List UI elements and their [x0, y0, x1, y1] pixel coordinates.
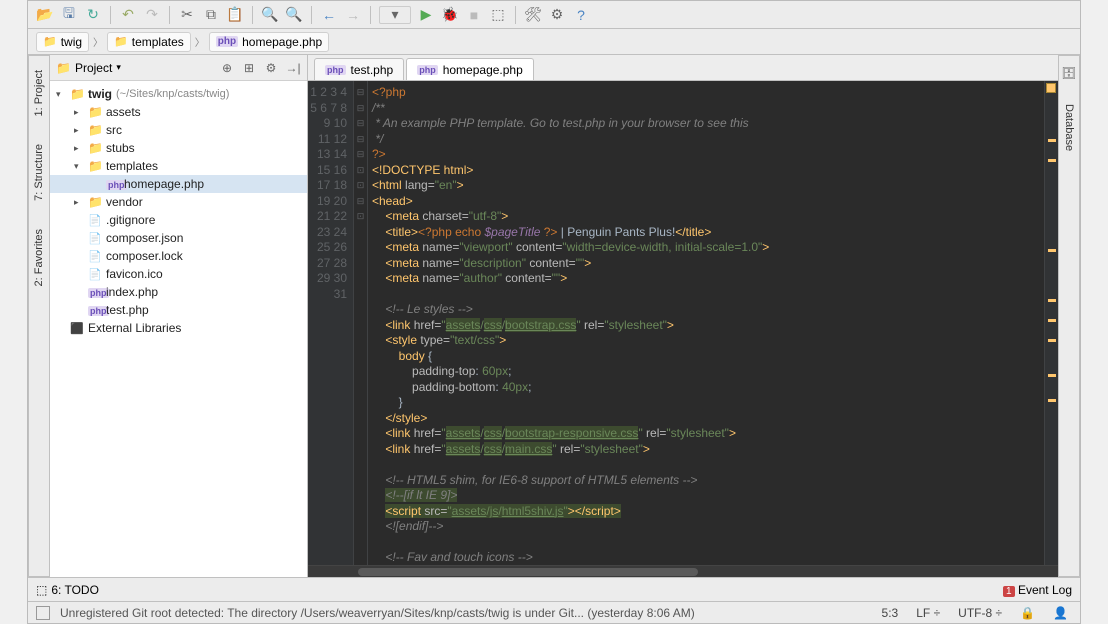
- event-log-button[interactable]: 1 Event Log: [1003, 583, 1072, 597]
- todo-tool-button[interactable]: ⬚ 6: TODO: [36, 583, 99, 597]
- project-tool-window: 📁Project ▾ ⊕ ⊞ ⚙ →| ▾📁twig (~/Sites/knp/…: [50, 55, 308, 577]
- undo-icon[interactable]: ↶: [119, 6, 137, 24]
- tree-node[interactable]: ⬛External Libraries: [50, 319, 307, 337]
- tree-node[interactable]: ▾📁twig (~/Sites/knp/casts/twig): [50, 85, 307, 103]
- code-area[interactable]: <?php /** * An example PHP template. Go …: [368, 81, 1044, 565]
- run-config-dropdown[interactable]: ▾: [379, 6, 411, 24]
- main-toolbar: 📂 🖫 ↻ ↶ ↷ ✂ ⧉ 📋 🔍 🔍 ← → ▾ ▶ 🐞 ■ ⬚ 🛠 ⚙ ?: [28, 1, 1080, 29]
- hide-icon[interactable]: →|: [285, 60, 301, 76]
- project-title[interactable]: 📁Project ▾: [56, 61, 121, 75]
- help-icon[interactable]: ?: [572, 6, 590, 24]
- editor-tab[interactable]: phphomepage.php: [406, 58, 534, 80]
- scroll-to-icon[interactable]: ⊕: [219, 60, 235, 76]
- copy-icon[interactable]: ⧉: [202, 6, 220, 24]
- tree-node[interactable]: 📄favicon.ico: [50, 265, 307, 283]
- replace-icon[interactable]: 🔍: [285, 6, 303, 24]
- save-icon[interactable]: 🖫: [60, 6, 78, 24]
- breadcrumb-item[interactable]: 📁templates: [107, 32, 191, 52]
- line-gutter[interactable]: 1 2 3 4 5 6 7 8 9 10 11 12 13 14 15 16 1…: [308, 81, 354, 565]
- tree-node[interactable]: phptest.php: [50, 301, 307, 319]
- tool-window-tab[interactable]: Database: [1061, 100, 1077, 155]
- tool-window-tab[interactable]: 7: Structure: [31, 140, 47, 205]
- tree-node[interactable]: ▸📁assets: [50, 103, 307, 121]
- tree-node[interactable]: 📄composer.json: [50, 229, 307, 247]
- redo-icon[interactable]: ↷: [143, 6, 161, 24]
- breadcrumb-bar: 📁twig〉📁templates〉phphomepage.php: [28, 29, 1080, 55]
- stop-icon[interactable]: ■: [465, 6, 483, 24]
- tree-node[interactable]: phpindex.php: [50, 283, 307, 301]
- h-scrollbar[interactable]: [308, 565, 1058, 577]
- tool-window-tab[interactable]: 1: Project: [31, 66, 47, 120]
- lock-icon[interactable]: 🔒: [1016, 606, 1039, 620]
- breadcrumb-item[interactable]: 📁twig: [36, 32, 89, 52]
- right-tool-stripe: 🗄 Database: [1058, 55, 1080, 577]
- forward-icon[interactable]: →: [344, 6, 362, 24]
- debug-icon[interactable]: 🐞: [441, 6, 459, 24]
- tree-node[interactable]: ▾📁templates: [50, 157, 307, 175]
- fold-gutter[interactable]: ⊟ ⊟ ⊟ ⊟ ⊟ ⊡ ⊡ ⊟ ⊡: [354, 81, 368, 565]
- editor-tab[interactable]: phptest.php: [314, 58, 404, 80]
- project-tree[interactable]: ▾📁twig (~/Sites/knp/casts/twig)▸📁assets▸…: [50, 81, 307, 577]
- tree-node[interactable]: phphomepage.php: [50, 175, 307, 193]
- bottom-tool-bar: ⬚ 6: TODO 1 Event Log: [28, 577, 1080, 601]
- tool-window-tab[interactable]: 2: Favorites: [31, 225, 47, 290]
- editor-tabs: phptest.phpphphomepage.php: [308, 55, 1058, 81]
- hector-icon[interactable]: 👤: [1049, 606, 1072, 620]
- tree-node[interactable]: 📄.gitignore: [50, 211, 307, 229]
- search-icon[interactable]: 🔍: [261, 6, 279, 24]
- project-header: 📁Project ▾ ⊕ ⊞ ⚙ →|: [50, 55, 307, 81]
- coverage-icon[interactable]: ⬚: [489, 6, 507, 24]
- status-square-icon[interactable]: [36, 606, 50, 620]
- encoding[interactable]: UTF-8 ÷: [954, 606, 1006, 620]
- run-icon[interactable]: ▶: [417, 6, 435, 24]
- left-tool-stripe: 1: Project 7: Structure 2: Favorites: [28, 55, 50, 577]
- main-window: 📂 🖫 ↻ ↶ ↷ ✂ ⧉ 📋 🔍 🔍 ← → ▾ ▶ 🐞 ■ ⬚ 🛠 ⚙ ? …: [27, 0, 1081, 624]
- sync-icon[interactable]: ↻: [84, 6, 102, 24]
- paste-icon[interactable]: 📋: [226, 6, 244, 24]
- back-icon[interactable]: ←: [320, 6, 338, 24]
- tree-node[interactable]: ▸📁stubs: [50, 139, 307, 157]
- gear-icon[interactable]: ⚙: [263, 60, 279, 76]
- editor: phptest.phpphphomepage.php 1 2 3 4 5 6 7…: [308, 55, 1058, 577]
- open-icon[interactable]: 📂: [36, 6, 54, 24]
- error-stripe[interactable]: [1044, 81, 1058, 565]
- status-message: Unregistered Git root detected: The dire…: [60, 606, 868, 620]
- tree-node[interactable]: ▸📁src: [50, 121, 307, 139]
- tree-node[interactable]: 📄composer.lock: [50, 247, 307, 265]
- tree-node[interactable]: ▸📁vendor: [50, 193, 307, 211]
- db-icon[interactable]: 🗄: [1061, 66, 1076, 80]
- settings-icon[interactable]: ⚙: [548, 6, 566, 24]
- status-bar: Unregistered Git root detected: The dire…: [28, 601, 1080, 623]
- cut-icon[interactable]: ✂: [178, 6, 196, 24]
- collapse-icon[interactable]: ⊞: [241, 60, 257, 76]
- breadcrumb-item[interactable]: phphomepage.php: [209, 32, 329, 52]
- line-ending[interactable]: LF ÷: [912, 606, 944, 620]
- tools-icon[interactable]: 🛠: [524, 6, 542, 24]
- caret-position[interactable]: 5:3: [878, 606, 903, 620]
